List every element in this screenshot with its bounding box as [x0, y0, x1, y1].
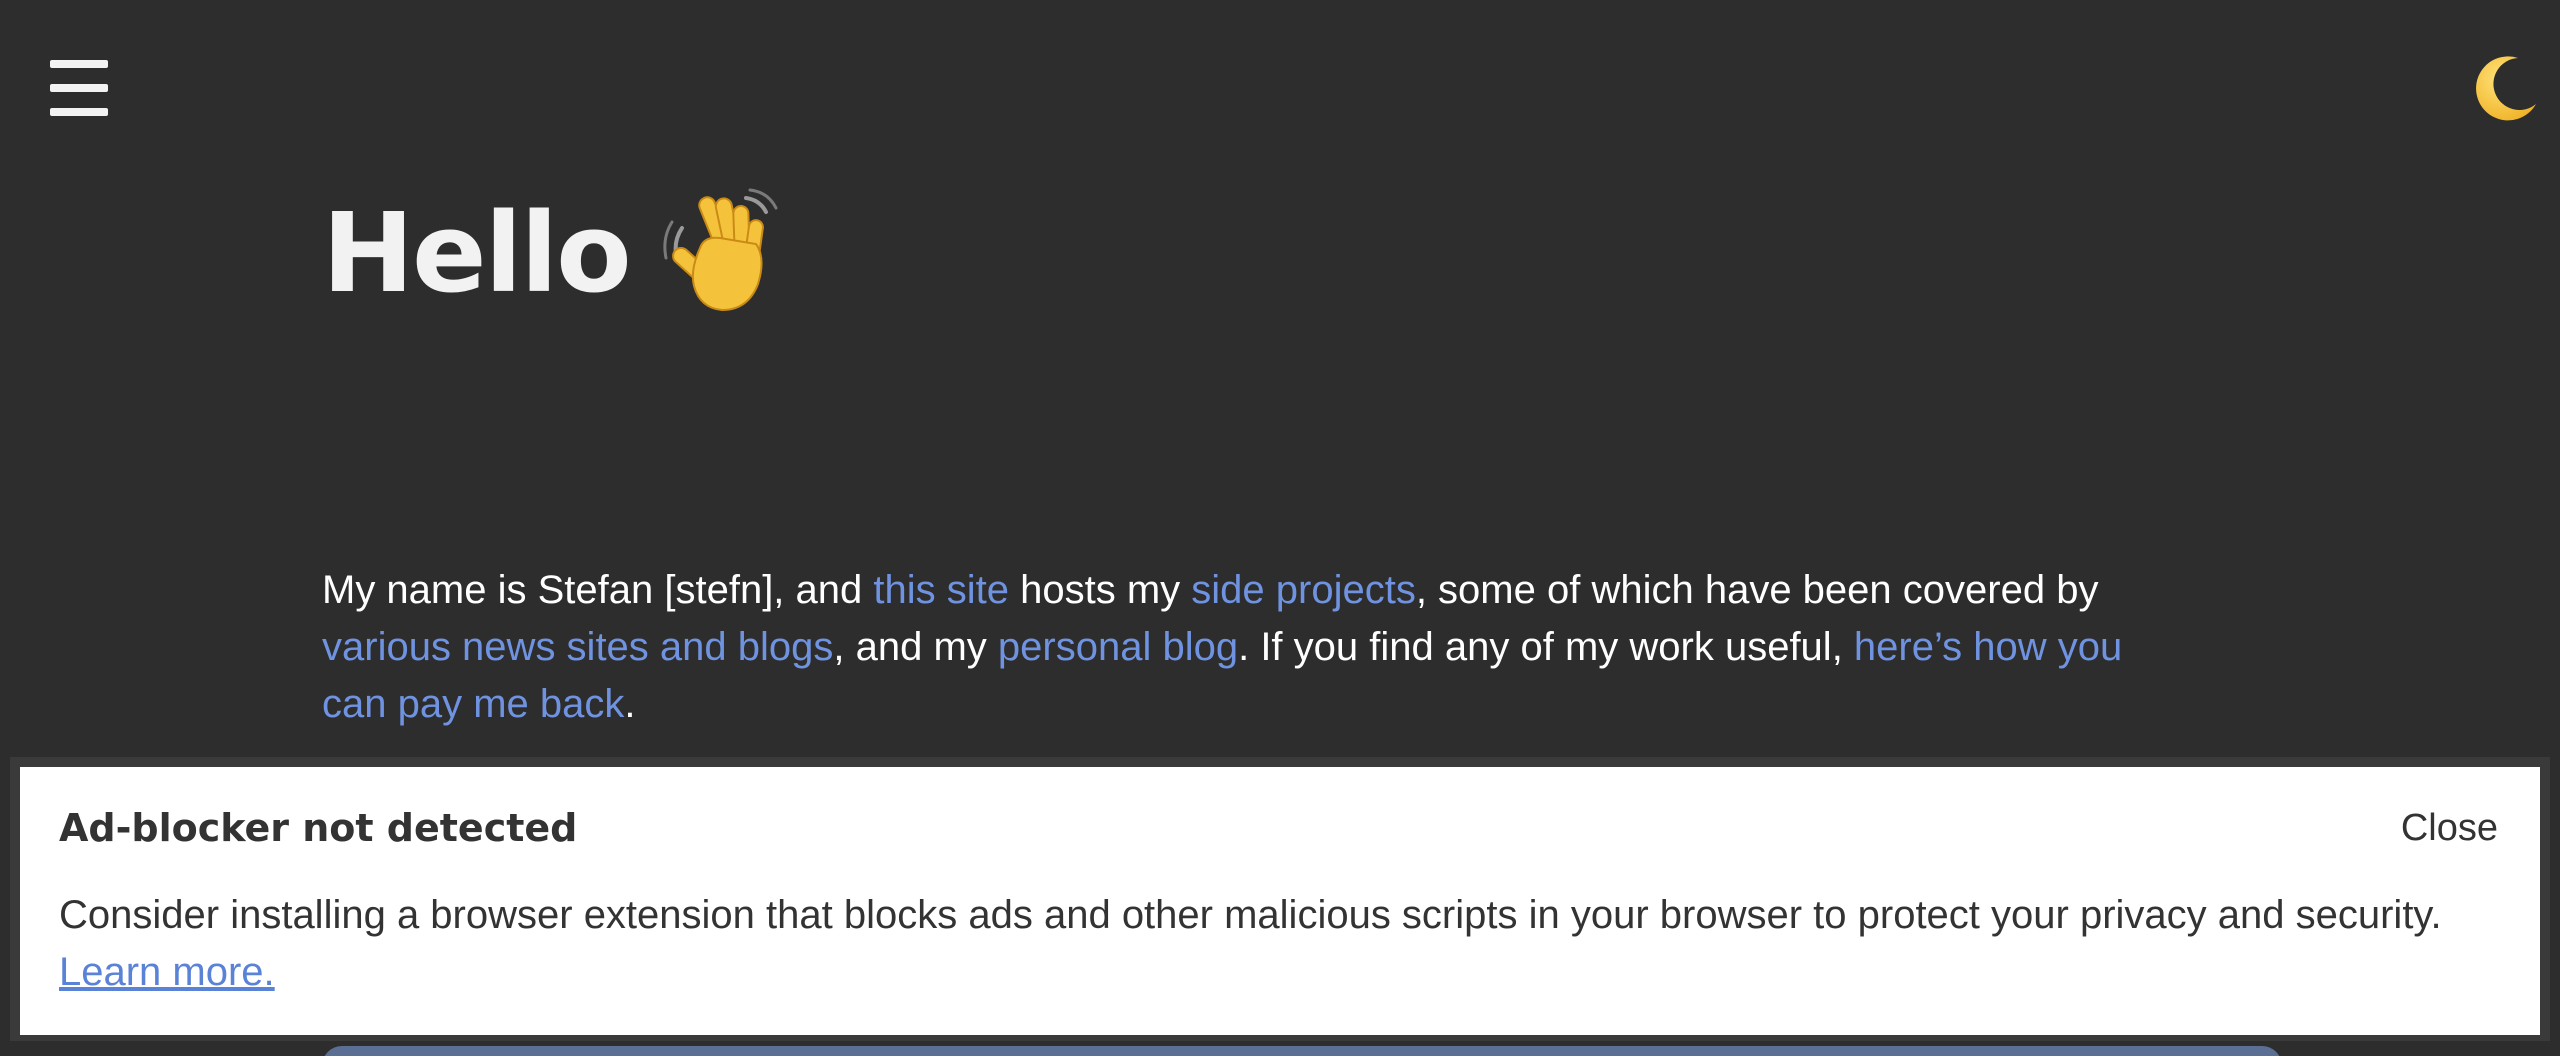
this-site-link[interactable]: this site	[873, 568, 1009, 612]
banner-body: Consider installing a browser extension …	[59, 887, 2499, 1001]
side-projects-link[interactable]: side projects	[1191, 568, 1416, 612]
intro-text: My name is Stefan [stefn], and	[322, 568, 874, 612]
page-title: Hello	[322, 178, 790, 328]
banner-title: Ad-blocker not detected	[59, 806, 578, 850]
crescent-moon-icon[interactable]	[2468, 52, 2540, 124]
intro-text: .	[624, 682, 636, 726]
menu-bar	[50, 60, 108, 68]
content-card-edge	[322, 1046, 2282, 1056]
menu-bar	[50, 84, 108, 92]
hamburger-menu-icon[interactable]	[50, 60, 112, 116]
intro-paragraph: My name is Stefan [stefn], and this site…	[322, 562, 2192, 733]
banner-text: Consider installing a browser extension …	[59, 893, 2442, 937]
intro-text: , and my	[833, 625, 998, 669]
personal-blog-link[interactable]: personal blog	[998, 625, 1238, 669]
hero-title: Hello	[322, 189, 632, 317]
intro-text: , some of which have been covered by	[1415, 568, 2099, 612]
intro-text: . If you find any of my work useful,	[1238, 625, 1854, 669]
intro-text: hosts my	[1009, 568, 1192, 612]
menu-bar	[50, 108, 108, 116]
waving-hand-icon	[663, 188, 778, 312]
news-sites-link[interactable]: various news sites and blogs	[322, 625, 833, 669]
learn-more-link[interactable]: Learn more.	[59, 950, 275, 994]
close-button[interactable]: Close	[2401, 803, 2498, 853]
page: Hello My name is Stefan [stefn], and thi…	[0, 0, 2560, 1056]
ad-blocker-banner: Ad-blocker not detected Close Consider i…	[20, 767, 2540, 1035]
